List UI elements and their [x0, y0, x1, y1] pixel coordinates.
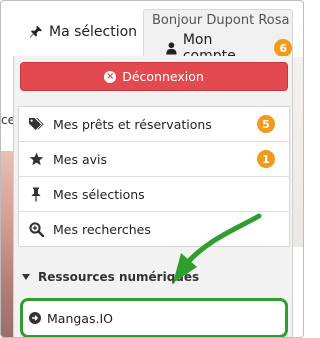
resource-link-label: Mangas.IO: [47, 310, 113, 326]
menu-item-mes-recherches[interactable]: Mes recherches: [19, 212, 289, 246]
greeting-text: Bonjour Dupont Rosa: [152, 13, 290, 28]
star-icon: [27, 150, 45, 168]
section-ressources-numeriques[interactable]: Ressources numériques: [22, 270, 199, 284]
close-circle-icon: ×: [104, 70, 117, 83]
menu-item-label: Mes prêts et réservations: [53, 116, 212, 132]
menu-item-label: Mes sélections: [53, 186, 145, 202]
menu-item-prets-reservations[interactable]: Mes prêts et réservations 5: [19, 107, 289, 142]
loans-count-badge: 5: [257, 115, 275, 133]
account-notification-badge: 6: [274, 39, 293, 57]
account-menu: Mes prêts et réservations 5 Mes avis 1 M…: [18, 106, 290, 247]
tags-icon: [27, 115, 45, 133]
menu-item-mes-selections[interactable]: Mes sélections: [19, 177, 289, 212]
tab-ma-selection[interactable]: Ma sélection: [29, 19, 137, 45]
search-icon: [27, 220, 45, 238]
arrow-circle-right-icon: [29, 312, 41, 324]
logout-button[interactable]: × Déconnexion: [20, 62, 288, 91]
logout-label: Déconnexion: [122, 69, 204, 84]
background-photo: [1, 151, 13, 337]
caret-down-icon: [22, 274, 30, 280]
tab-ma-selection-label: Ma sélection: [49, 24, 138, 40]
account-dropdown: × Déconnexion Mes prêts et réservations …: [13, 56, 293, 337]
menu-item-mes-avis[interactable]: Mes avis 1: [19, 142, 289, 177]
menu-item-label: Mes recherches: [53, 221, 151, 237]
section-title-label: Ressources numériques: [38, 270, 200, 284]
pushpin-icon: [29, 25, 43, 39]
reviews-count-badge: 1: [257, 150, 275, 168]
menu-item-label: Mes avis: [53, 151, 108, 167]
resource-link-mangas-io[interactable]: Mangas.IO: [20, 298, 288, 337]
background-ribbon: [292, 57, 303, 247]
background-text-fragment: ce: [1, 113, 15, 127]
user-icon: [166, 41, 177, 55]
screenshot-frame: ce Ma sélection Bonjour Dupont Rosa Mon …: [0, 0, 304, 338]
account-tab[interactable]: Bonjour Dupont Rosa Mon compte 6: [143, 9, 293, 64]
pin-icon: [27, 185, 45, 203]
